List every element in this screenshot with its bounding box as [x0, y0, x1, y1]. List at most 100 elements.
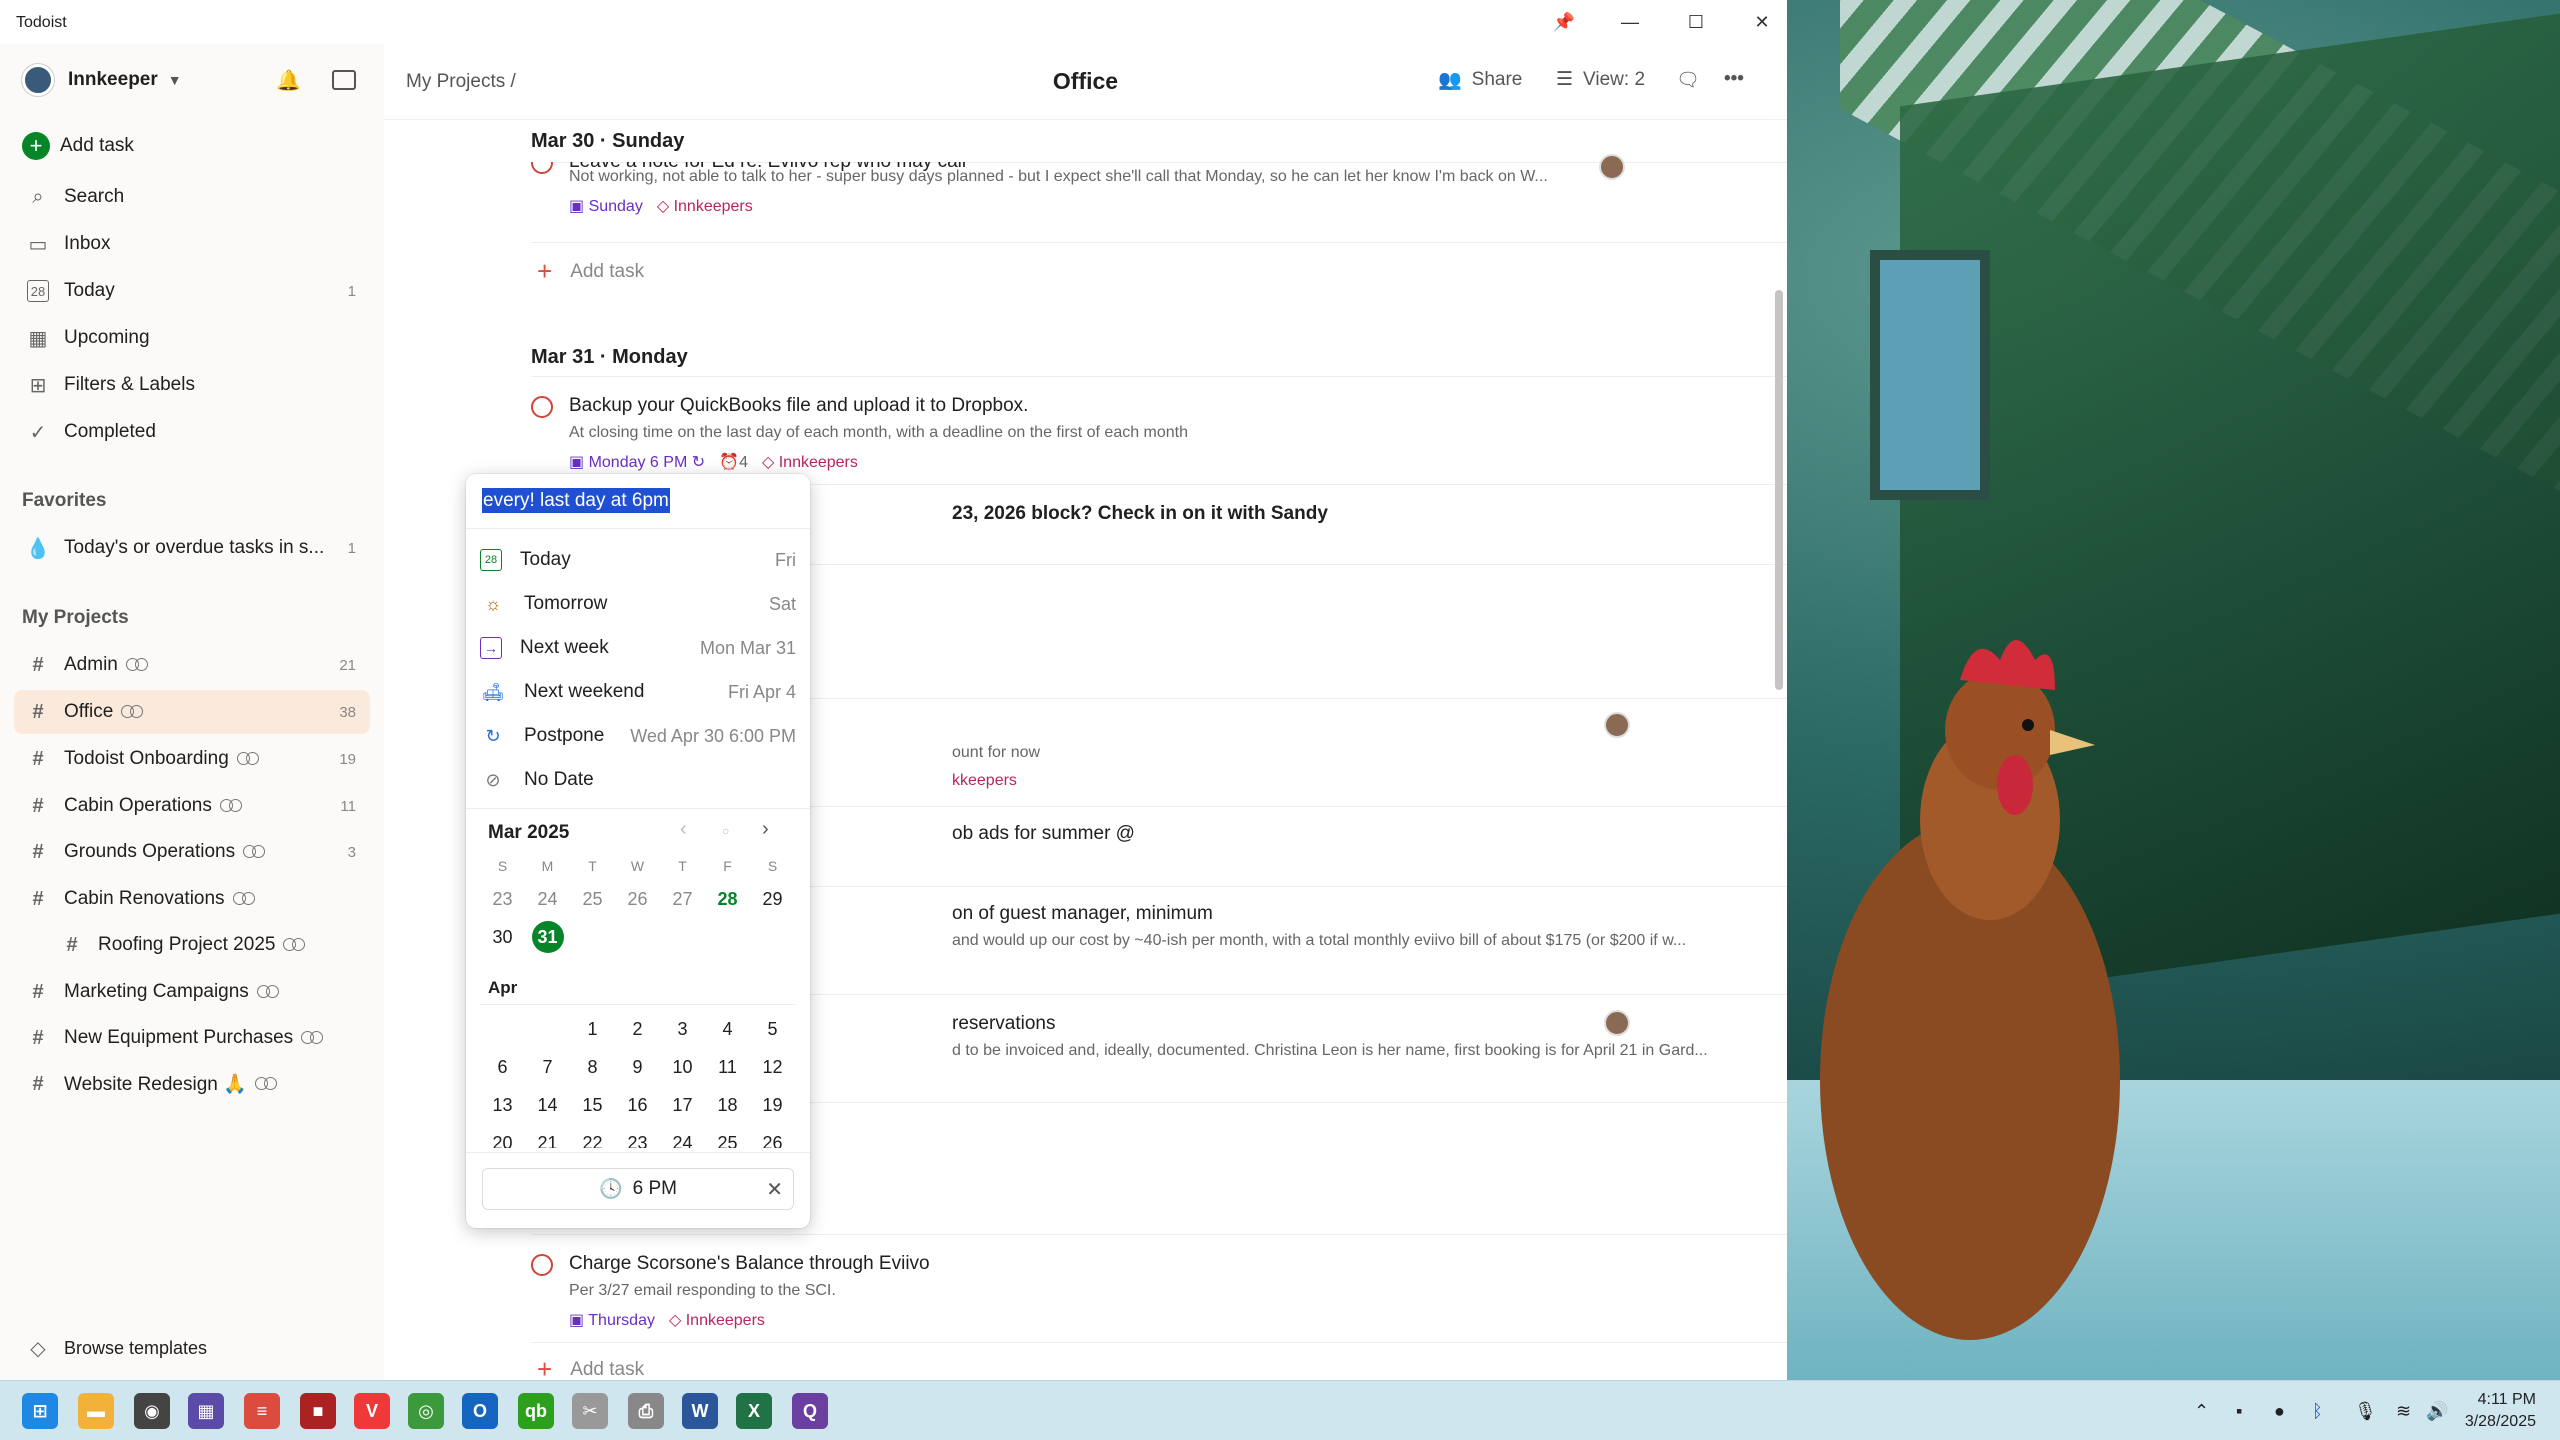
calendar-day[interactable]: 14: [525, 1088, 570, 1122]
calendar-day[interactable]: 17: [660, 1088, 705, 1122]
add-task-inline[interactable]: + Add task: [537, 1354, 644, 1380]
sidebar-item-completed[interactable]: ✓ Completed: [14, 410, 370, 454]
sidebar-item-inbox[interactable]: ▭ Inbox: [14, 222, 370, 266]
tray-app-icon[interactable]: ▪: [2236, 1401, 2242, 1422]
excel-icon[interactable]: X: [736, 1393, 772, 1429]
bluetooth-icon[interactable]: ᛒ: [2312, 1401, 2323, 1422]
comments-icon[interactable]: 🗨: [1676, 68, 1700, 92]
task-checkbox[interactable]: [531, 1254, 553, 1276]
add-task-button[interactable]: + Add task: [14, 124, 370, 168]
calendar-day[interactable]: 7: [525, 1050, 570, 1084]
calendar-day[interactable]: 26: [615, 882, 660, 916]
sidebar-item-filters-labels[interactable]: ⊞ Filters & Labels: [14, 363, 370, 407]
date-input[interactable]: every! last day at 6pm: [482, 488, 670, 513]
option-next-weekend[interactable]: 🛋 Next weekend Fri Apr 4: [480, 670, 796, 714]
vivaldi-icon[interactable]: V: [354, 1393, 390, 1429]
project-new-equipment-purchases[interactable]: # New Equipment Purchases: [14, 1016, 370, 1060]
volume-icon[interactable]: 🔊: [2426, 1401, 2448, 1422]
project-marketing-campaigns[interactable]: # Marketing Campaigns: [14, 970, 370, 1014]
user-menu[interactable]: Innkeeper ▼ 🔔: [14, 58, 370, 102]
share-button[interactable]: 👥 Share: [1438, 68, 1522, 92]
calendar-day[interactable]: 11: [705, 1050, 750, 1084]
calendar-day[interactable]: 6: [480, 1050, 525, 1084]
add-task-inline[interactable]: + Add task: [537, 256, 644, 287]
today-dot-icon[interactable]: ○: [722, 824, 729, 838]
calendar-day[interactable]: 29: [750, 882, 795, 916]
view-button[interactable]: ☰ View: 2: [1556, 68, 1645, 91]
option-next-week[interactable]: → Next week Mon Mar 31: [480, 626, 796, 670]
chrome-icon[interactable]: ◎: [408, 1393, 444, 1429]
clear-time-icon[interactable]: ✕: [766, 1177, 783, 1202]
project-office[interactable]: # Office 38: [14, 690, 370, 734]
more-icon[interactable]: •••: [1724, 68, 1744, 90]
sidebar-item-today[interactable]: 28 Today 1: [14, 269, 370, 313]
microphone-icon[interactable]: 🎙: [2354, 1401, 2377, 1422]
browse-templates-button[interactable]: ◇ Browse templates: [14, 1326, 370, 1370]
calendar-day[interactable]: 18: [705, 1088, 750, 1122]
project-cabin-renovations[interactable]: # Cabin Renovations: [14, 877, 370, 921]
calendar-day[interactable]: 25: [705, 1126, 750, 1148]
sidebar-item-upcoming[interactable]: ▦ Upcoming: [14, 316, 370, 360]
option-today[interactable]: 28 Today Fri: [480, 538, 796, 582]
calendar-day-today[interactable]: 28: [705, 882, 750, 916]
quickbooks-icon[interactable]: qb: [518, 1393, 554, 1429]
app-icon[interactable]: ■: [300, 1393, 336, 1429]
calendar-day[interactable]: 23: [615, 1126, 660, 1148]
calendar-day[interactable]: 15: [570, 1088, 615, 1122]
maximize-button[interactable]: ☐: [1663, 0, 1729, 44]
option-no-date[interactable]: ⊘ No Date: [480, 758, 796, 802]
time-button[interactable]: 🕓 6 PM ✕: [482, 1168, 794, 1210]
printer-icon[interactable]: ⎙: [628, 1393, 664, 1429]
calendar-day[interactable]: 2: [615, 1012, 660, 1046]
calendar-day[interactable]: 8: [570, 1050, 615, 1084]
favorite-item[interactable]: 💧 Today's or overdue tasks in s... 1: [14, 526, 370, 570]
file-explorer-icon[interactable]: ▬: [78, 1393, 114, 1429]
calendar-day[interactable]: 21: [525, 1126, 570, 1148]
calendar-day-selected[interactable]: 31: [525, 920, 570, 954]
project-cabin-operations[interactable]: # Cabin Operations 11: [14, 784, 370, 828]
clock[interactable]: 4:11 PM 3/28/2025: [2465, 1389, 2536, 1433]
bell-icon[interactable]: 🔔: [276, 68, 301, 93]
sidebar-item-search[interactable]: ⌕ Search: [14, 175, 370, 219]
chevron-right-icon[interactable]: ›: [762, 818, 769, 841]
minimize-button[interactable]: —: [1597, 0, 1663, 44]
task-item[interactable]: Charge Scorsone's Balance through Eviivo…: [531, 1250, 1787, 1330]
wifi-icon[interactable]: ≋: [2396, 1401, 2411, 1422]
chevron-left-icon[interactable]: ‹: [680, 818, 687, 841]
calendar-day[interactable]: 13: [480, 1088, 525, 1122]
windows-start-icon[interactable]: ⊞: [22, 1393, 58, 1429]
option-tomorrow[interactable]: ☼ Tomorrow Sat: [480, 582, 796, 626]
sidebar-toggle-icon[interactable]: [332, 70, 356, 90]
calendar-day[interactable]: 26: [750, 1126, 795, 1148]
app-icon[interactable]: Q: [792, 1393, 828, 1429]
calendar-day[interactable]: 30: [480, 920, 525, 954]
calendar-day[interactable]: 16: [615, 1088, 660, 1122]
scrollbar[interactable]: [1775, 290, 1783, 690]
app-icon[interactable]: ✂: [572, 1393, 608, 1429]
calendar-day[interactable]: 5: [750, 1012, 795, 1046]
calendar-day[interactable]: 22: [570, 1126, 615, 1148]
tray-app-icon[interactable]: ●: [2274, 1401, 2285, 1422]
option-postpone[interactable]: ↻ Postpone Wed Apr 30 6:00 PM: [480, 714, 796, 758]
task-checkbox[interactable]: [531, 396, 553, 418]
project-website-redesign[interactable]: # Website Redesign 🙏: [14, 1062, 370, 1106]
word-icon[interactable]: W: [682, 1393, 718, 1429]
close-window-button[interactable]: ✕: [1729, 0, 1795, 44]
pin-icon[interactable]: 📌: [1531, 0, 1597, 44]
project-grounds-operations[interactable]: # Grounds Operations 3: [14, 830, 370, 874]
project-todoist-onboarding[interactable]: # Todoist Onboarding 19: [14, 737, 370, 781]
app-icon[interactable]: ▦: [188, 1393, 224, 1429]
calendar-day[interactable]: 20: [480, 1126, 525, 1148]
calendar-day[interactable]: 10: [660, 1050, 705, 1084]
task-checkbox[interactable]: [531, 162, 553, 174]
project-roofing-project-2025[interactable]: # Roofing Project 2025: [48, 923, 370, 967]
calendar-day[interactable]: 9: [615, 1050, 660, 1084]
task-item[interactable]: Backup your QuickBooks file and upload i…: [531, 392, 1787, 472]
outlook-icon[interactable]: O: [462, 1393, 498, 1429]
calendar-day[interactable]: 4: [705, 1012, 750, 1046]
project-admin[interactable]: # Admin 21: [14, 643, 370, 687]
calendar-day[interactable]: 12: [750, 1050, 795, 1084]
calendar-day[interactable]: 3: [660, 1012, 705, 1046]
calendar-day[interactable]: 24: [660, 1126, 705, 1148]
calendar-day[interactable]: 19: [750, 1088, 795, 1122]
